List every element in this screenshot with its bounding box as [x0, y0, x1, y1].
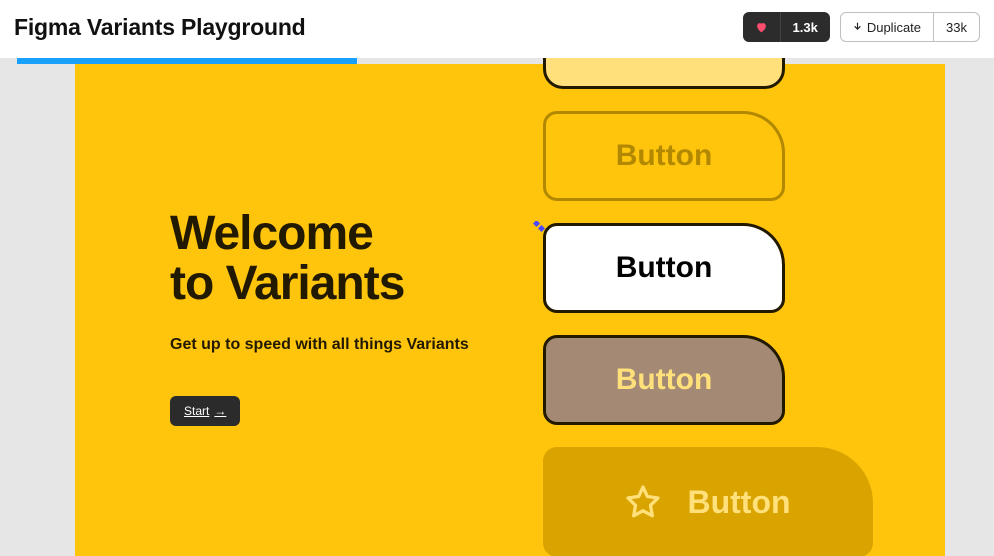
slide-heading: Welcome to Variants	[170, 209, 469, 310]
likes-count[interactable]: 1.3k	[780, 12, 830, 42]
button-variant-white-selected[interactable]: Button	[543, 223, 785, 313]
heart-icon	[755, 21, 768, 34]
slide-heading-line1: Welcome	[170, 207, 373, 260]
button-label: Button	[616, 363, 713, 397]
duplicate-button[interactable]: Duplicate	[841, 13, 933, 41]
slide-subheading: Get up to speed with all things Variants	[170, 336, 469, 354]
header-bar: Figma Variants Playground 1.3k Duplicate…	[0, 0, 994, 58]
slide-copy: Welcome to Variants Get up to speed with…	[170, 209, 469, 426]
header-actions: 1.3k Duplicate 33k	[743, 12, 980, 42]
button-label: Button	[616, 58, 713, 61]
arrow-right-icon: →	[214, 404, 226, 418]
start-button[interactable]: Start →	[170, 396, 240, 426]
button-variants-stack: Button Button Button Button	[543, 58, 873, 556]
duplicate-label: Duplicate	[867, 20, 921, 35]
preview-canvas: Welcome to Variants Get up to speed with…	[0, 58, 994, 556]
start-label: Start	[184, 404, 209, 418]
page-title: Figma Variants Playground	[14, 14, 306, 41]
duplicate-pill[interactable]: Duplicate 33k	[840, 12, 980, 42]
button-variant-brown[interactable]: Button	[543, 335, 785, 425]
button-label: Button	[687, 484, 790, 521]
button-label: Button	[616, 139, 713, 173]
variants-slide: Welcome to Variants Get up to speed with…	[75, 64, 945, 556]
component-badge-icon	[531, 211, 547, 227]
likes-pill[interactable]: 1.3k	[743, 12, 830, 42]
star-icon	[625, 484, 661, 520]
button-variant-olive-star[interactable]: Button	[543, 447, 873, 556]
button-variant-filled-light[interactable]: Button	[543, 58, 785, 89]
duplicate-count[interactable]: 33k	[933, 13, 979, 41]
button-label: Button	[616, 251, 713, 285]
slide-heading-line2: to Variants	[170, 257, 404, 310]
download-icon	[853, 22, 862, 32]
button-variant-outline[interactable]: Button	[543, 111, 785, 201]
like-button[interactable]	[743, 12, 780, 42]
